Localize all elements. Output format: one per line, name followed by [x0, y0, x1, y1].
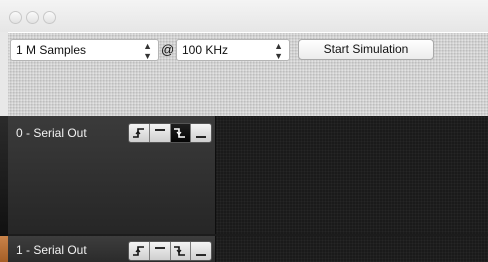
start-simulation-button[interactable]: Start Simulation [298, 39, 434, 60]
channel-name: 1 - Serial Out [16, 243, 87, 257]
sample-rate-select[interactable]: 100 KHz ▲ ▼ [176, 39, 290, 61]
left-edge-strip [0, 32, 8, 262]
zoom-window-button[interactable] [43, 11, 56, 24]
app-window: 1 M Samples ▲ ▼ @ 100 KHz ▲ ▼ Start Simula… [0, 0, 488, 262]
trigger-low-level-button[interactable] [191, 124, 211, 142]
trigger-rising-edge-button[interactable] [129, 242, 150, 260]
trigger-rising-edge-button[interactable] [129, 124, 150, 142]
trigger-falling-edge-button[interactable] [170, 124, 192, 142]
trigger-selector [128, 123, 212, 143]
sample-rate-select-value: 100 KHz [182, 43, 229, 57]
trigger-low-level-button[interactable] [191, 242, 211, 260]
high-level-icon [154, 129, 165, 131]
trigger-falling-edge-button[interactable] [170, 242, 192, 260]
samples-select[interactable]: 1 M Samples ▲ ▼ [10, 39, 159, 61]
falling-edge-icon [174, 128, 186, 138]
channel-name: 0 - Serial Out [16, 126, 87, 140]
channel-plot-0[interactable] [216, 116, 488, 234]
channel-1-color-accent [0, 236, 8, 262]
trigger-high-level-button[interactable] [149, 124, 171, 142]
rising-edge-icon [132, 128, 144, 138]
trigger-high-level-button[interactable] [149, 242, 171, 260]
rising-edge-icon [132, 246, 144, 256]
channel-header-1: 1 - Serial Out [8, 236, 216, 262]
samples-select-value: 1 M Samples [16, 43, 87, 57]
low-level-icon [196, 254, 207, 256]
select-arrows-icon: ▲ ▼ [143, 41, 152, 61]
toolbar: 1 M Samples ▲ ▼ @ 100 KHz ▲ ▼ Start Simula… [8, 33, 488, 116]
select-arrows-icon: ▲ ▼ [274, 41, 283, 61]
channel-header-0: 0 - Serial Out [8, 116, 216, 234]
channel-plot-1[interactable] [216, 236, 488, 262]
low-level-icon [196, 136, 207, 138]
close-window-button[interactable] [9, 11, 22, 24]
channels-panel: 0 - Serial Out 1 - Serial Out [8, 116, 488, 262]
falling-edge-icon [174, 246, 186, 256]
trigger-selector [128, 241, 212, 261]
high-level-icon [154, 247, 165, 249]
title-bar [0, 0, 488, 32]
at-label: @ [161, 42, 175, 57]
minimize-window-button[interactable] [26, 11, 39, 24]
